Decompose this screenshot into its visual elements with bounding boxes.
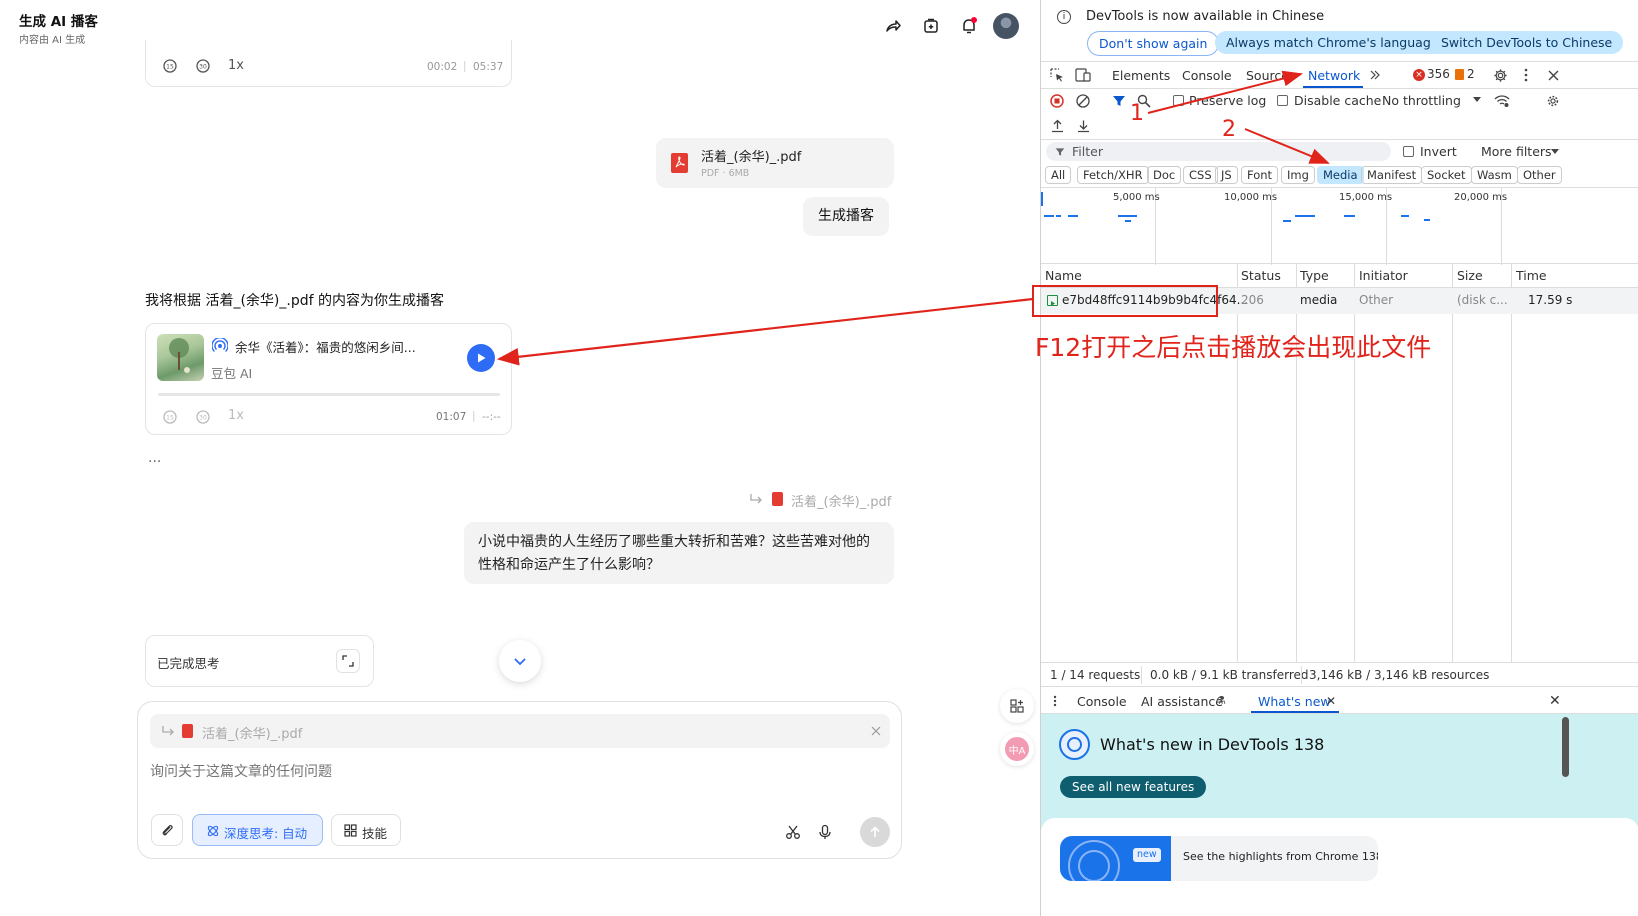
annotation-arrow-3 xyxy=(496,297,1034,366)
annotation-highlight-box xyxy=(1032,285,1218,317)
annotation-caption: F12打开之后点击播放会出现此文件 xyxy=(1035,333,1432,362)
annotation-arrow-1 xyxy=(1147,70,1303,114)
annotation-arrow-2 xyxy=(1244,128,1330,164)
annotation-overlay xyxy=(496,70,1330,366)
annotation-label-1: 1 xyxy=(1130,101,1144,126)
annotation-label-2: 2 xyxy=(1222,117,1236,142)
